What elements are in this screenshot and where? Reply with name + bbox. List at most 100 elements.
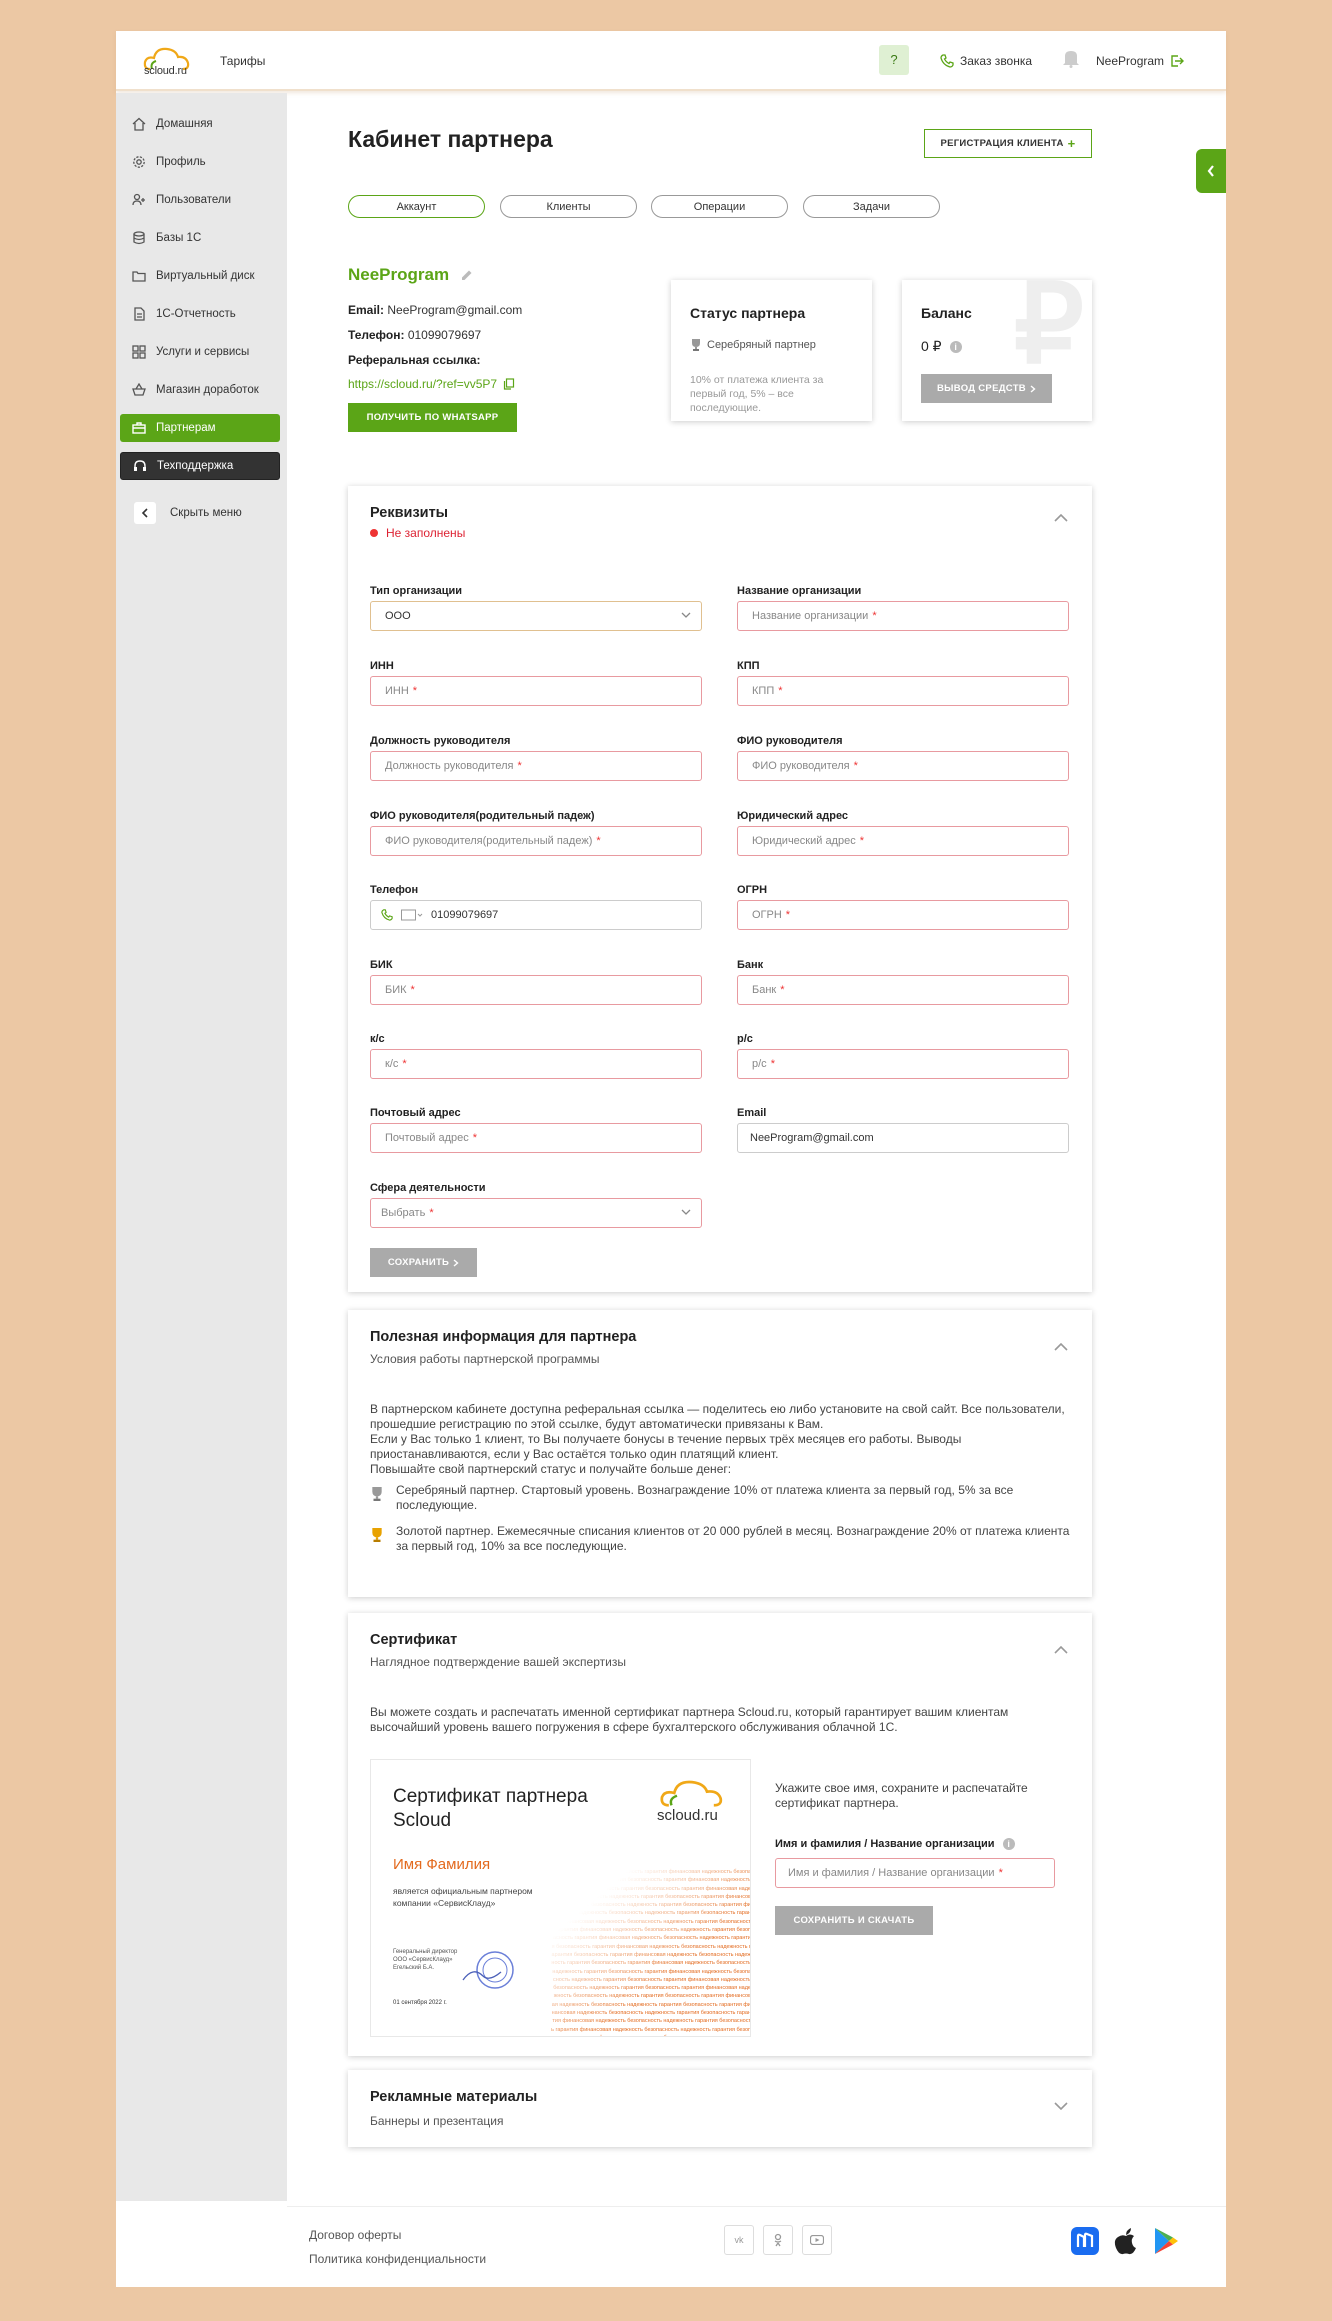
chevron-left-icon — [1207, 165, 1214, 177]
org-type-select[interactable]: ООО — [370, 601, 702, 631]
chevron-up-icon[interactable] — [1054, 514, 1068, 522]
sidebar-item-users[interactable]: Пользователи — [120, 186, 280, 214]
ogrn-field[interactable]: ОГРН * — [737, 900, 1069, 930]
sidebar-item-bases[interactable]: Базы 1С — [120, 224, 280, 252]
sidebar-item-label: Базы 1С — [156, 232, 202, 244]
sidebar-item-disk[interactable]: Виртуальный диск — [120, 262, 280, 290]
rs-field[interactable]: р/с * — [737, 1049, 1069, 1079]
withdraw-button[interactable]: ВЫВОД СРЕДСТВ — [921, 374, 1052, 403]
sidebar-item-support[interactable]: Техподдержка — [120, 452, 280, 480]
tab-operations[interactable]: Операции — [651, 195, 788, 218]
ads-section[interactable]: Рекламные материалы Баннеры и презентаци… — [348, 2070, 1092, 2147]
requisites-status-text: Не заполнены — [386, 526, 466, 540]
privacy-link[interactable]: Политика конфиденциальности — [309, 2252, 486, 2266]
sidebar-item-home[interactable]: Домашняя — [120, 110, 280, 138]
side-panel-toggle[interactable] — [1196, 149, 1226, 193]
whatsapp-button[interactable]: ПОЛУЧИТЬ ПО WHATSAPP — [348, 403, 517, 432]
flag-icon[interactable] — [401, 909, 423, 921]
ok-icon[interactable] — [763, 2225, 793, 2255]
chevron-down-icon[interactable] — [1054, 2102, 1068, 2110]
required-mark: * — [412, 685, 418, 697]
phone-field[interactable]: 01099079697 — [370, 900, 702, 930]
save-download-button[interactable]: СОХРАНИТЬ И СКАЧАТЬ — [775, 1906, 933, 1935]
copy-icon[interactable] — [503, 378, 515, 390]
info-icon[interactable]: i — [949, 340, 962, 353]
certificate-section: Сертификат Наглядное подтверждение вашей… — [348, 1613, 1092, 2056]
offer-link[interactable]: Договор оферты — [309, 2228, 401, 2242]
sidebar-item-partners[interactable]: Партнерам — [120, 414, 280, 442]
apple-icon[interactable] — [1113, 2227, 1139, 2257]
user-name: NeeProgram — [1096, 54, 1165, 68]
bank-placeholder: Банк — [752, 984, 777, 996]
sidebar-item-services[interactable]: Услуги и сервисы — [120, 338, 280, 366]
required-mark: * — [429, 1207, 434, 1219]
partner-phone: 01099079697 — [407, 328, 482, 342]
silver-trophy-icon — [372, 1487, 382, 1501]
sidebar-item-profile[interactable]: Профиль — [120, 148, 280, 176]
partner-ref-label-row: Реферальная ссылка: — [348, 353, 481, 367]
bank-field[interactable]: Банк * — [737, 975, 1069, 1005]
sidebar-item-shop[interactable]: Магазин доработок — [120, 376, 280, 404]
tab-tasks[interactable]: Задачи — [803, 195, 940, 218]
tab-clients[interactable]: Клиенты — [500, 195, 637, 218]
org-name-field[interactable]: Название организации * — [737, 601, 1069, 631]
ads-title: Рекламные материалы — [370, 2089, 538, 2105]
certificate-heading: Сертификат партнера Scloud — [393, 1786, 588, 1831]
postal-address-field[interactable]: Почтовый адрес * — [370, 1123, 702, 1153]
rustore-icon[interactable] — [1071, 2227, 1099, 2255]
ks-field[interactable]: к/с * — [370, 1049, 702, 1079]
vk-icon[interactable]: vk — [724, 2225, 754, 2255]
field-label-phone: Телефон — [370, 884, 419, 896]
callback-link[interactable]: Заказ звонка — [940, 54, 1032, 68]
director-position-field[interactable]: Должность руководителя * — [370, 751, 702, 781]
info-paragraph-2: Если у Вас только 1 клиент, то Вы получа… — [370, 1432, 962, 1461]
youtube-icon[interactable] — [802, 2225, 832, 2255]
pencil-icon[interactable] — [461, 269, 473, 281]
google-play-icon[interactable] — [1153, 2227, 1179, 2255]
director-name-placeholder: ФИО руководителя — [752, 760, 850, 772]
logo-text[interactable]: scloud.ru — [144, 65, 187, 77]
activity-sphere-select[interactable]: Выбрать * — [370, 1198, 702, 1228]
org-type-value: ООО — [385, 610, 411, 622]
director-name-field[interactable]: ФИО руководителя * — [737, 751, 1069, 781]
logout-icon[interactable] — [1170, 54, 1185, 68]
inn-field[interactable]: ИНН * — [370, 676, 702, 706]
save-requisites-button[interactable]: СОХРАНИТЬ — [370, 1248, 477, 1277]
chevron-up-icon[interactable] — [1054, 1646, 1068, 1654]
tab-account[interactable]: Аккаунт — [348, 195, 485, 218]
sidebar: Домашняя Профиль Пользователи Базы 1С Ви… — [116, 93, 287, 2201]
requisites-title: Реквизиты — [370, 505, 449, 521]
info-icon[interactable]: i — [1002, 1838, 1015, 1850]
register-client-button[interactable]: РЕГИСТРАЦИЯ КЛИЕНТА + — [924, 129, 1092, 158]
referral-link[interactable]: https://scloud.ru/?ref=vv5P7 — [348, 377, 497, 391]
sidebar-item-reporting[interactable]: 1С-Отчетность — [120, 300, 280, 328]
chevron-up-icon[interactable] — [1054, 1343, 1068, 1351]
certificate-instructions: Укажите свое имя, сохраните и распечатай… — [775, 1781, 1028, 1810]
kpp-field[interactable]: КПП * — [737, 676, 1069, 706]
help-button[interactable]: ? — [879, 45, 909, 75]
email-field[interactable]: NeeProgram@gmail.com — [737, 1123, 1069, 1153]
legal-address-field[interactable]: Юридический адрес * — [737, 826, 1069, 856]
field-label-director: ФИО руководителя — [737, 735, 843, 747]
requisites-section: Реквизиты Не заполнены Тип организации О… — [348, 486, 1092, 1292]
sidebar-item-label: Профиль — [156, 156, 206, 168]
required-mark: * — [410, 984, 415, 996]
chevron-down-icon — [681, 612, 691, 618]
user-menu[interactable]: NeeProgram — [1096, 54, 1185, 68]
postal-address-placeholder: Почтовый адрес — [385, 1132, 469, 1144]
field-label-kpp: КПП — [737, 660, 760, 672]
briefcase-icon — [132, 422, 146, 434]
folder-icon — [132, 271, 146, 282]
director-name-genitive-field[interactable]: ФИО руководителя(родительный падеж) * — [370, 826, 702, 856]
page-title: Кабинет партнера — [348, 126, 553, 152]
certificate-name-field[interactable]: Имя и фамилия / Название организации * — [775, 1858, 1055, 1888]
certificate-name-placeholder: Имя и фамилия / Название организации — [788, 1867, 995, 1879]
required-mark: * — [517, 760, 522, 772]
hide-menu-button[interactable]: Скрыть меню — [134, 502, 242, 524]
bik-field[interactable]: БИК * — [370, 975, 702, 1005]
bell-icon[interactable] — [1062, 48, 1080, 68]
director-position-placeholder: Должность руководителя — [385, 760, 514, 772]
nav-tarifs[interactable]: Тарифы — [220, 54, 265, 68]
sidebar-item-label: Партнерам — [156, 422, 216, 434]
partner-email: NeeProgram@gmail.com — [387, 303, 523, 317]
